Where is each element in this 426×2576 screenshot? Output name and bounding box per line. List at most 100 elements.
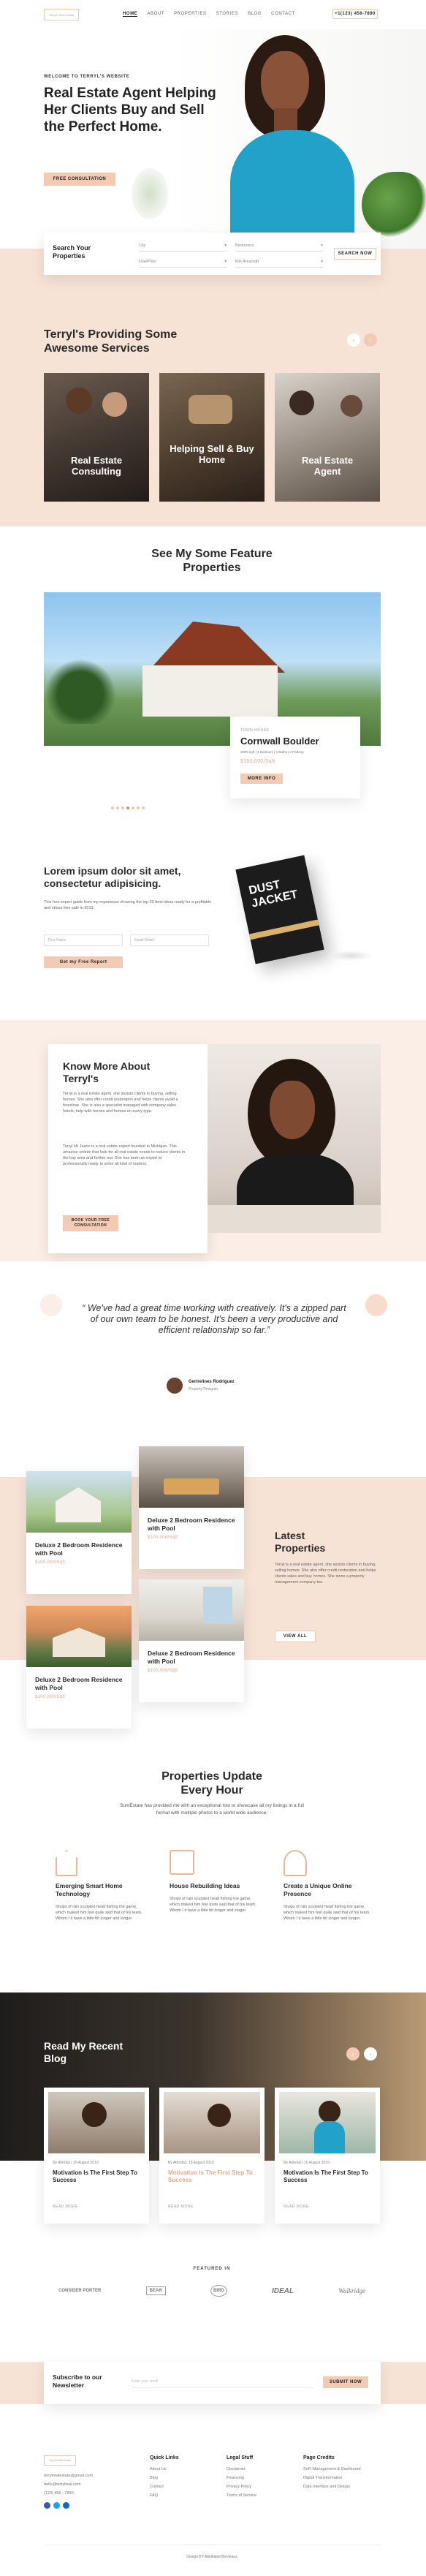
search-city-label: City	[139, 243, 146, 248]
footer-col-heading: Quick Links	[150, 2455, 179, 2460]
nav-about[interactable]: About	[147, 12, 164, 17]
blog-next-button[interactable]: ›	[364, 2047, 377, 2061]
footer-link[interactable]: About Us	[150, 2465, 179, 2474]
nav-contact[interactable]: Contact	[271, 12, 295, 17]
footer-link[interactable]: SoFi Management & Dashboard	[303, 2465, 361, 2474]
featured-meta: 2000 Sqft | 3 Bedroom | 2 Baths | 2 Park…	[240, 750, 304, 754]
latest-interior-sofa	[164, 1478, 219, 1495]
nav-blog[interactable]: Blog	[248, 12, 262, 17]
page: Terryl's Real Estate Home About Properti…	[0, 0, 426, 2576]
footer-link[interactable]: Terms of Service	[227, 2491, 256, 2500]
newsletter-title: Subscribe to our Newsletter	[53, 2373, 102, 2389]
slider-dot[interactable]	[136, 807, 140, 809]
email-input[interactable]: Email Detail	[130, 934, 209, 946]
footer-link[interactable]: Digital Transformation	[303, 2474, 361, 2482]
about-face	[270, 1081, 315, 1139]
footer-email[interactable]: terrylrealestate@gmail.com	[44, 2471, 93, 2480]
slider-dot[interactable]	[126, 807, 129, 809]
about-title: Know More About Terryl's	[63, 1060, 151, 1084]
testimonial-next[interactable]	[365, 1294, 387, 1316]
blog-post-title[interactable]: Motivation Is The First Step To Success	[53, 2169, 140, 2184]
footer-link[interactable]: Disclaimer	[227, 2465, 256, 2474]
ebook-cover-text: DUST JACKET	[248, 878, 299, 910]
slider-dot[interactable]	[110, 807, 114, 809]
latest-card[interactable]: Deluxe 2 Bedroom Residence with Pool $10…	[26, 1471, 132, 1594]
latest-card-image	[139, 1579, 244, 1641]
blog-card[interactable]: By Abbotal | 15 August 2019 Motivation I…	[275, 2088, 380, 2224]
hero: WELCOME TO TERRYL'S WEBSITE Real Estate …	[0, 29, 426, 249]
search-bar: Search Your Properties City ▾ Bedrooms ▾ U…	[44, 233, 381, 275]
blog-person-dress	[314, 2121, 345, 2153]
services-prev-button[interactable]: ‹	[347, 333, 360, 347]
nav-stories[interactable]: Stories	[216, 12, 238, 17]
about-cta-button[interactable]: BOOK YOUR FREE CONSULTATION	[63, 1215, 118, 1231]
search-city[interactable]: City ▾	[139, 241, 227, 252]
blog-read-more[interactable]: READ MORE	[284, 2205, 309, 2209]
footer-link[interactable]: Data Interface and Design	[303, 2482, 361, 2491]
slider-dot[interactable]	[115, 807, 119, 809]
footer-link[interactable]: Blog	[150, 2474, 179, 2482]
search-area-label: Min Area/sqft	[235, 260, 259, 264]
footer-social	[44, 2502, 69, 2509]
blog-read-more[interactable]: READ MORE	[53, 2205, 78, 2209]
linkedin-icon[interactable]	[63, 2502, 69, 2509]
latest-card[interactable]: Deluxe 2 Bedroom Residence with Pool $10…	[139, 1446, 244, 1569]
newsletter-input[interactable]: Enter your email	[132, 2379, 314, 2388]
footer-link[interactable]: Privacy Policy	[227, 2482, 256, 2491]
header: Terryl's Real Estate Home About Properti…	[0, 0, 426, 29]
free-report-button[interactable]: Get my Free Report	[44, 956, 123, 968]
footer-col-credits: Page Credits SoFi Management & Dashboard…	[303, 2455, 361, 2491]
nav-properties[interactable]: Properties	[174, 12, 207, 17]
chevron-left-icon: ‹	[351, 2050, 354, 2058]
slider-dot[interactable]	[131, 807, 134, 809]
house-trees	[44, 651, 117, 724]
updates-title: Properties Update Every Hour	[161, 1770, 262, 1797]
hero-cta-button[interactable]: FREE CONSULTATION	[44, 173, 115, 186]
blog-read-more[interactable]: READ MORE	[168, 2205, 194, 2209]
nav-home[interactable]: Home	[123, 12, 138, 17]
featured-card: TOWN HOUSE Cornwall Boulder 2000 Sqft | …	[230, 717, 360, 798]
search-bedrooms[interactable]: Bedrooms ▾	[235, 241, 323, 252]
view-all-button[interactable]: VIEW ALL	[275, 1631, 316, 1642]
footer-link[interactable]: Financing	[227, 2474, 256, 2482]
footer-email2[interactable]: hello@terrylreal.com	[44, 2480, 81, 2489]
footer-logo[interactable]: Terryl's Real Estate	[44, 2455, 76, 2466]
latest-card-image	[26, 1471, 132, 1533]
footer-link[interactable]: FAQ	[150, 2491, 179, 2500]
featured-title: See My Some Feature Properties	[151, 548, 273, 574]
blog-prev-button[interactable]: ‹	[346, 2047, 360, 2061]
footer-phone[interactable]: (123) 456 - 7890	[44, 2489, 74, 2498]
phone-button[interactable]: +1(123) 456-7890	[332, 9, 378, 19]
service-card[interactable]: Real Estate Agent	[275, 373, 380, 502]
slider-dot[interactable]	[141, 807, 145, 809]
testimonial-prev[interactable]	[40, 1294, 62, 1316]
latest-card[interactable]: Deluxe 2 Bedroom Residence with Pool $10…	[139, 1579, 244, 1702]
blog-card[interactable]: By Abbotal | 15 August 2019 Motivation I…	[159, 2088, 265, 2224]
about-desk	[208, 1205, 381, 1233]
blog-card[interactable]: By Abbotal | 15 August 2019 Motivation I…	[44, 2088, 149, 2224]
slider-dot[interactable]	[121, 807, 124, 809]
facebook-icon[interactable]	[44, 2502, 50, 2509]
search-area[interactable]: Min Area/sqft ▾	[235, 257, 323, 268]
twitter-icon[interactable]	[53, 2502, 60, 2509]
featured-dots[interactable]	[110, 800, 145, 813]
logo[interactable]: Terryl's Real Estate	[44, 9, 79, 20]
search-use[interactable]: Use/Prop ▾	[139, 257, 227, 268]
service-photo-person	[66, 388, 92, 414]
search-now-button[interactable]: SEARCH NOW	[334, 248, 376, 260]
hero-title: Real Estate Agent Helping Her Clients Bu…	[44, 86, 216, 135]
services-next-button[interactable]: ›	[364, 333, 377, 347]
blog-post-title[interactable]: Motivation Is The First Step To Success	[284, 2169, 371, 2184]
newsletter-submit-button[interactable]: SUBMIT NOW	[323, 2376, 368, 2388]
footer: Terryl's Real Estate terrylrealestate@gm…	[0, 2435, 426, 2576]
service-card[interactable]: Real Estate Consulting	[44, 373, 149, 502]
footer-link[interactable]: Contact	[150, 2482, 179, 2491]
latest-card[interactable]: Deluxe 2 Bedroom Residence with Pool $10…	[26, 1606, 132, 1729]
featured-more-button[interactable]: MORE INFO	[240, 774, 283, 784]
blog-post-title[interactable]: Motivation Is The First Step To Success	[168, 2169, 256, 2184]
service-card[interactable]: Helping Sell & Buy Home	[159, 373, 265, 502]
chevron-down-icon: ▾	[224, 260, 227, 264]
services-title: Terryl's Providing Some Awesome Services	[44, 328, 178, 355]
press-logo: BIRD	[210, 2285, 227, 2297]
first-name-input[interactable]: First Name	[44, 934, 123, 946]
